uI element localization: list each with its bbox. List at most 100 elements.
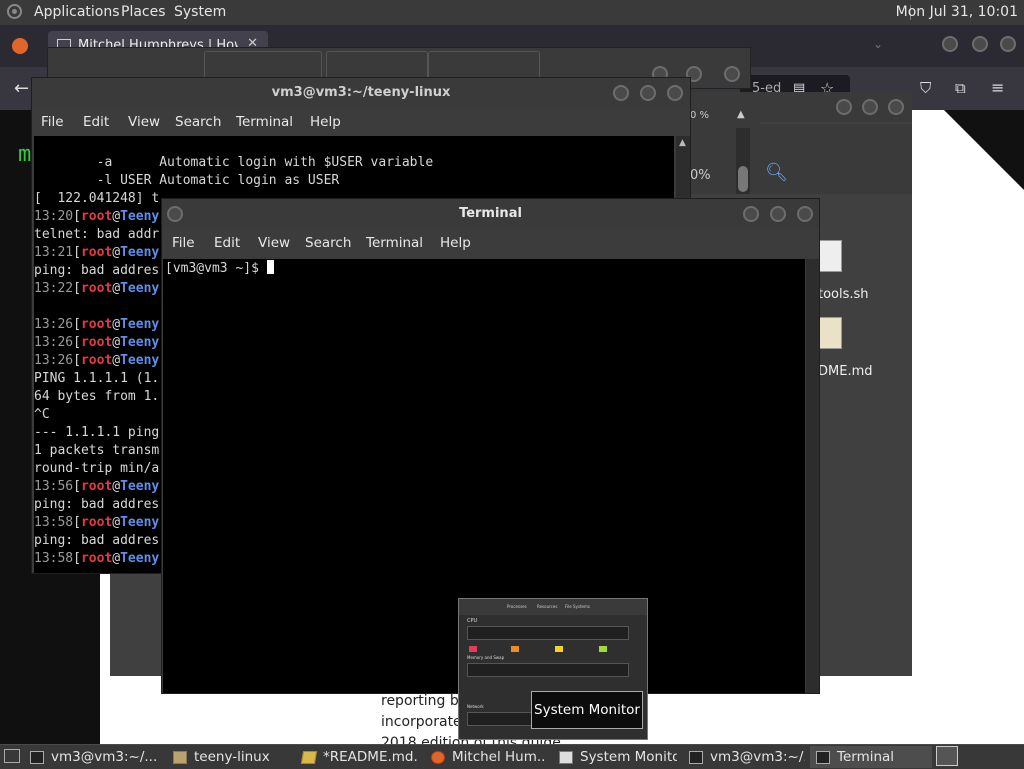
prompt-time: 13:58 [34,515,74,530]
taskbar-button[interactable]: System Monitor [553,746,677,768]
taskbar-button[interactable]: teeny-linux [167,746,287,768]
github-corner-icon[interactable] [944,110,1024,190]
firefox-icon[interactable] [12,38,28,54]
sysmon-tab-resources[interactable]: Resources [537,604,557,609]
menu-terminal[interactable]: Terminal [366,235,423,251]
file-name: tools.sh [818,287,869,302]
scrollbar-thumb[interactable] [738,166,748,192]
system-menu[interactable]: System [174,4,226,20]
close-button[interactable] [888,99,904,115]
minimize-button[interactable] [836,99,852,115]
hamburger-menu-icon[interactable]: ≡ [991,78,1004,97]
window-titlebar[interactable]: vm3@vm3:~/teeny-linux [32,78,690,108]
menu-edit[interactable]: Edit [83,114,109,130]
menu-search[interactable]: Search [175,114,221,130]
applications-menu[interactable]: Applications [34,4,120,20]
prompt-at: @ [112,209,121,224]
minimize-button[interactable] [613,85,629,101]
memory-label: Memory and Swap [467,655,505,660]
close-button[interactable] [724,66,740,82]
menu-terminal[interactable]: Terminal [236,114,293,130]
prompt-bracket: [ [73,281,81,296]
menu-help[interactable]: Help [440,235,471,251]
window-titlebar[interactable]: Terminal [162,199,819,229]
terminal-text: -l USER Automatic login as USER [34,173,340,188]
menu-view[interactable]: View [128,114,160,130]
taskbar-button[interactable]: vm3@vm3:~/... [24,746,160,768]
network-label: Network [467,704,484,709]
prompt-at: @ [112,245,121,260]
clock[interactable]: Mon Jul 31, 10:01 [896,4,1018,20]
terminal-text: round-trip min/a [34,461,160,476]
terminal-text: ping: bad addres [34,263,160,278]
prompt-bracket: [ [73,335,81,350]
scroll-up-icon[interactable]: ▲ [679,138,686,148]
prompt-user: root [80,281,113,296]
menu-view[interactable]: View [258,235,290,251]
terminal-text: telnet: bad addr [34,227,160,242]
bottom-panel: vm3@vm3:~/... teeny-linux *README.md... Mit… [0,744,1024,769]
prompt-at: @ [112,317,121,332]
terminal-text: [ 122.041248] t [34,191,160,206]
extensions-icon[interactable]: ⧉ [955,79,966,97]
file-item[interactable]: DME.md [810,317,900,387]
close-button[interactable] [667,85,683,101]
back-icon[interactable]: ← [14,78,29,99]
menu-edit[interactable]: Edit [214,235,240,251]
prompt-host: Teeny [120,317,160,332]
menu-search[interactable]: Search [305,235,351,251]
prompt-time: 13:20 [34,209,74,224]
places-menu[interactable]: Places [121,4,166,20]
tab-list-icon[interactable]: ⌄ [873,37,883,51]
maximize-button[interactable] [640,85,656,101]
page-logo-letter: m [18,142,32,167]
terminal-text: 64 bytes from 1. [34,389,160,404]
menu-file[interactable]: File [172,235,195,251]
page-text-line: incorporate [381,714,462,730]
maximize-button[interactable] [972,36,988,52]
pocket-icon[interactable]: ⛉ [920,79,931,97]
prompt-time: 13:26 [34,317,74,332]
prompt-bracket: [ [73,479,81,494]
minimize-button[interactable] [942,36,958,52]
close-button[interactable] [797,206,813,222]
taskbar-button[interactable]: Mitchel Hum... [425,746,545,768]
file-name: DME.md [818,364,873,379]
sysmon-toolbar: Processes Resources File Systems [459,599,647,615]
window-buttons-firefox [938,36,1018,56]
show-desktop-icon[interactable] [4,749,20,763]
maximize-button[interactable] [770,206,786,222]
prompt-bracket: [ [73,317,81,332]
scroll-up-icon[interactable]: ▲ [737,109,745,120]
close-button[interactable] [1000,36,1016,52]
maximize-button[interactable] [862,99,878,115]
percent-value: 0 % [690,110,710,121]
menu-help[interactable]: Help [310,114,341,130]
prompt-time: 13:56 [34,479,74,494]
taskbar-button[interactable]: vm3@vm3:~/... [683,746,805,768]
cpu4-legend [599,646,607,652]
taskbar-button[interactable]: *README.md... [296,746,419,768]
menu-file[interactable]: File [41,114,64,130]
file-item[interactable]: tools.sh [810,240,900,310]
prompt-time: 13:26 [34,335,74,350]
search-icon[interactable]: 🔍︎ [765,162,788,183]
folder-icon [173,750,187,764]
terminal-text: ^C [34,407,50,422]
window-menu-button[interactable] [167,206,183,222]
scrollbar[interactable] [806,259,819,693]
sysmon-tab-filesystems[interactable]: File Systems [565,604,590,609]
shell-prompt: [vm3@vm3 ~]$ [165,261,267,276]
sysmon-tab-processes[interactable]: Processes [507,604,527,609]
minimize-button[interactable] [743,206,759,222]
terminal-line: -a Automatic login with $USER variable [34,154,674,172]
firefox-icon [431,750,445,764]
taskbar-label: *README.md... [323,749,419,765]
prompt-bracket: [ [73,551,81,566]
prompt-time: 13:21 [34,245,74,260]
scrollbar[interactable] [736,128,750,194]
workspace-switcher[interactable] [936,746,958,766]
terminal-menubar: File Edit View Search Terminal Help [162,229,819,257]
taskbar-button[interactable]: Terminal [810,746,932,768]
taskbar-label: vm3@vm3:~/... [710,749,805,765]
